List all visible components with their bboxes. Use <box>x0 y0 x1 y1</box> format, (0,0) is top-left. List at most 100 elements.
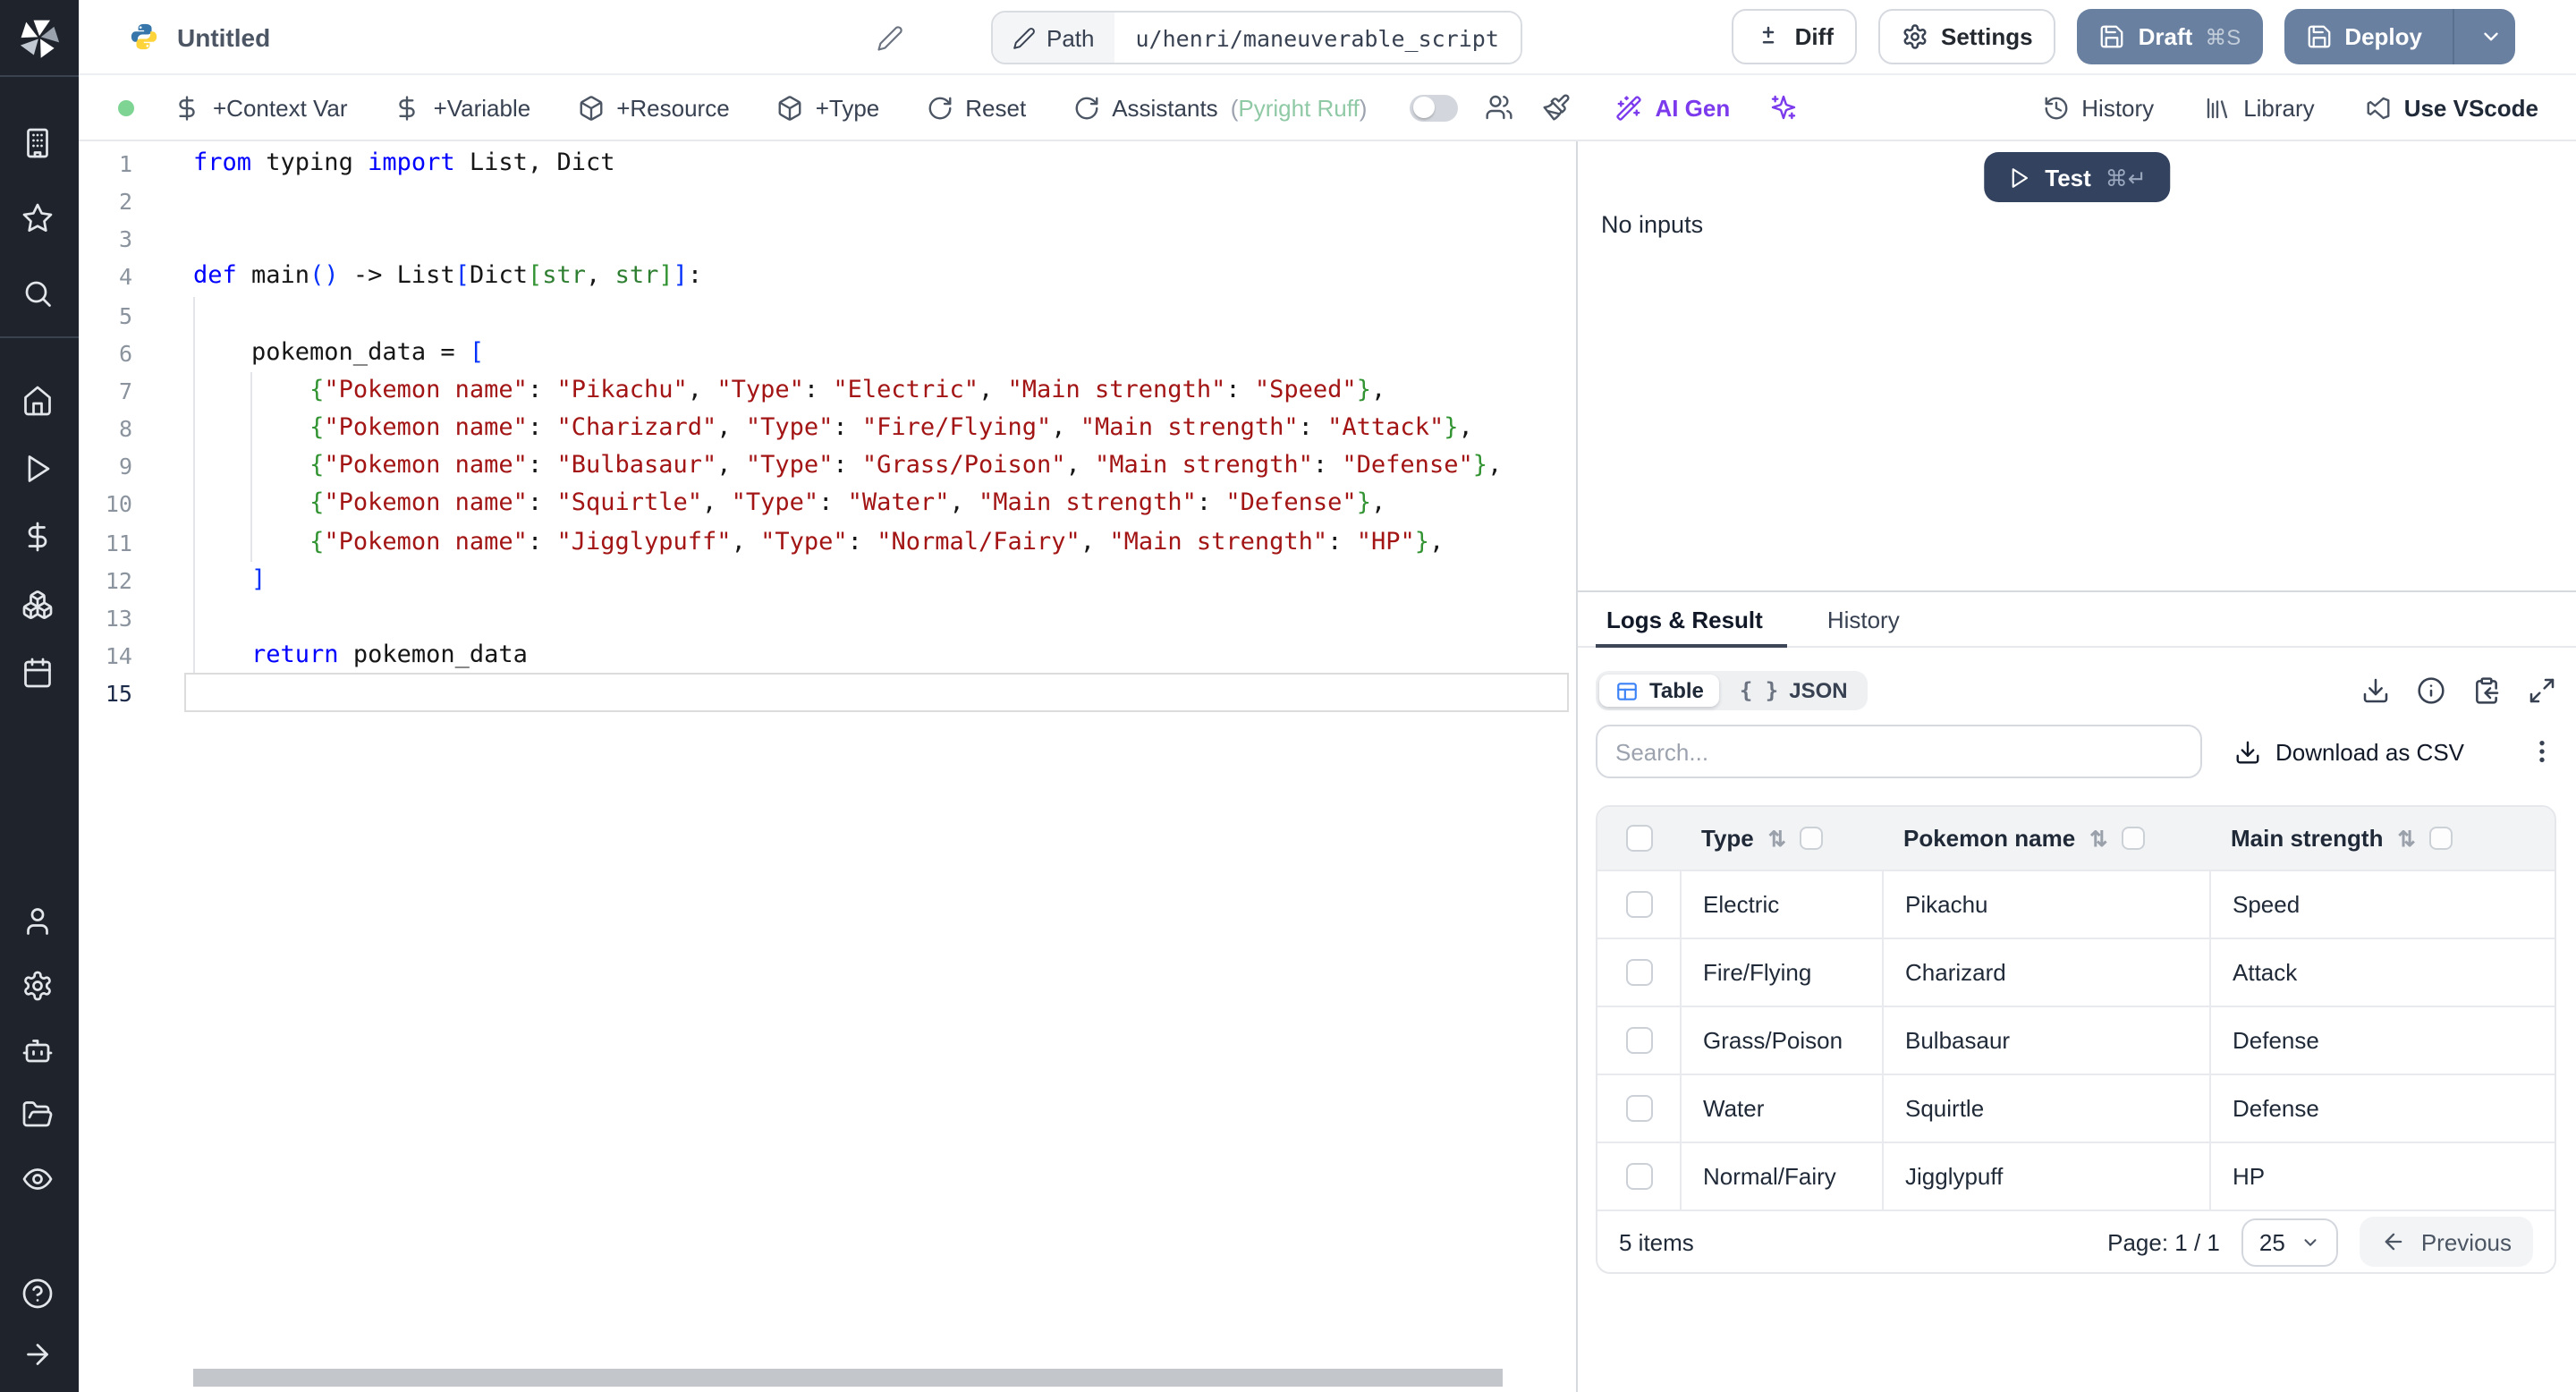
select-all-checkbox[interactable] <box>1625 825 1652 852</box>
sidebar <box>0 0 79 1392</box>
table-row[interactable]: Electric Pikachu Speed <box>1597 870 2555 938</box>
expand-result-button[interactable] <box>2528 676 2556 705</box>
code-line-8[interactable]: 8 {"Pokemon name": "Charizard", "Type": … <box>79 410 1576 447</box>
code-line-3[interactable]: 3 <box>79 221 1576 259</box>
add-variable-button[interactable]: +Variable <box>394 94 530 121</box>
building-icon[interactable] <box>21 127 57 163</box>
tab-history[interactable]: History <box>1827 592 1900 646</box>
kebab-icon <box>2528 737 2556 766</box>
line-number: 10 <box>105 490 132 518</box>
folder-open-icon[interactable] <box>21 1099 57 1134</box>
test-button[interactable]: Test ⌘↵ <box>1984 152 2170 202</box>
code-line-4[interactable]: 4 def main() -> List[Dict[str, str]]: <box>79 259 1576 296</box>
assistants-toggle[interactable] <box>1410 94 1459 121</box>
table-row[interactable]: Normal/Fairy Jigglypuff HP <box>1597 1142 2555 1210</box>
result-section: Logs & Result History Table { } JSON Sea… <box>1578 590 2576 1392</box>
copy-result-button[interactable] <box>2472 676 2501 705</box>
sidebar-divider <box>0 336 79 338</box>
draft-button[interactable]: Draft ⌘S <box>2077 9 2263 64</box>
table-row[interactable]: Fire/Flying Charizard Attack <box>1597 938 2555 1006</box>
table-cell: Defense <box>2209 1075 2555 1142</box>
horizontal-scrollbar[interactable] <box>193 1369 1503 1387</box>
library-button[interactable]: Library <box>2204 94 2315 121</box>
previous-page-button[interactable]: Previous <box>2360 1217 2533 1267</box>
code-line-1[interactable]: 1 from typing import List, Dict <box>79 145 1576 182</box>
code-editor[interactable]: 1 from typing import List, Dict 2 3 4 def mai… <box>79 141 1578 1392</box>
settings-button[interactable]: Settings <box>1878 9 2056 64</box>
reset-button[interactable]: Reset <box>926 94 1026 121</box>
row-checkbox[interactable] <box>1625 1163 1652 1190</box>
search-icon[interactable] <box>21 277 57 313</box>
code-line-12[interactable]: 12 ] <box>79 561 1576 598</box>
row-checkbox[interactable] <box>1625 959 1652 986</box>
windmill-logo-icon[interactable] <box>0 0 79 77</box>
sort-icon[interactable]: ⇅ <box>1768 826 1786 851</box>
code-line-5[interactable]: 5 <box>79 296 1576 334</box>
toolbar-right-items: History Library Use VScode <box>2042 94 2538 121</box>
arrow-right-icon[interactable] <box>21 1338 57 1374</box>
no-inputs-label: No inputs <box>1601 211 1704 238</box>
windmill-script-editor: Untitled Path u/henri/maneuverable_scrip… <box>0 0 2576 1392</box>
row-checkbox[interactable] <box>1625 1095 1652 1122</box>
sort-icon[interactable]: ⇅ <box>2089 826 2107 851</box>
download-result-button[interactable] <box>2361 676 2390 705</box>
column-toggle[interactable] <box>2429 827 2453 850</box>
sort-icon[interactable]: ⇅ <box>2397 826 2415 851</box>
table-row[interactable]: Water Squirtle Defense <box>1597 1074 2555 1142</box>
edit-title-button[interactable] <box>877 23 905 52</box>
star-icon[interactable] <box>21 202 57 238</box>
row-checkbox[interactable] <box>1625 891 1652 918</box>
multiplayer-users-button[interactable] <box>1485 92 1515 123</box>
code-line-13[interactable]: 13 <box>79 599 1576 637</box>
table-controls: Download as CSV <box>1596 725 2556 778</box>
code-line-14[interactable]: 14 return pokemon_data <box>79 637 1576 675</box>
view-toggle-table[interactable]: Table <box>1599 675 1720 707</box>
users-icon <box>1485 93 1515 122</box>
column-toggle[interactable] <box>2122 827 2146 850</box>
code-line-11[interactable]: 11 {"Pokemon name": "Jigglypuff", "Type"… <box>79 523 1576 561</box>
add-type-button[interactable]: +Type <box>776 94 879 121</box>
code-line-2[interactable]: 2 <box>79 182 1576 220</box>
ai-gen-button[interactable]: AI Gen <box>1615 94 1730 121</box>
page-size-select[interactable]: 25 <box>2241 1218 2339 1266</box>
code-line-7[interactable]: 7 {"Pokemon name": "Pikachu", "Type": "E… <box>79 372 1576 410</box>
add-resource-button[interactable]: +Resource <box>577 94 730 121</box>
code-line-9[interactable]: 9 {"Pokemon name": "Bulbasaur", "Type": … <box>79 447 1576 485</box>
diff-button[interactable]: Diff <box>1732 9 1857 64</box>
row-checkbox[interactable] <box>1625 1027 1652 1054</box>
eye-icon[interactable] <box>21 1163 57 1199</box>
line-number: 11 <box>105 529 132 556</box>
format-code-button[interactable] <box>1542 92 1572 123</box>
add-context-var-button[interactable]: +Context Var <box>174 94 348 121</box>
column-toggle[interactable] <box>1800 827 1824 850</box>
code-line-6[interactable]: 6 pokemon_data = [ <box>79 335 1576 372</box>
dollar-icon[interactable] <box>21 521 57 556</box>
boxes-icon[interactable] <box>21 589 57 624</box>
download-csv-button[interactable]: Download as CSV <box>2234 738 2464 765</box>
play-icon[interactable] <box>21 453 57 488</box>
home-icon[interactable] <box>21 385 57 420</box>
calendar-icon[interactable] <box>21 657 57 692</box>
code-line-10[interactable]: 10 {"Pokemon name": "Squirtle", "Type": … <box>79 486 1576 523</box>
user-icon[interactable] <box>21 905 57 941</box>
code-line-15[interactable]: 15 <box>79 675 1576 712</box>
deploy-button[interactable]: Deploy <box>2284 9 2515 64</box>
deploy-dropdown-button[interactable] <box>2467 25 2515 48</box>
tab-logs-result[interactable]: Logs & Result <box>1595 592 1789 648</box>
column-header: Main strength ⇅ <box>2209 825 2555 852</box>
result-info-button[interactable] <box>2417 676 2445 705</box>
topbar-actions: Diff Settings Draft ⌘S Deploy <box>1732 9 2515 64</box>
table-row[interactable]: Grass/Poison Bulbasaur Defense <box>1597 1006 2555 1074</box>
table-menu-button[interactable] <box>2528 737 2556 766</box>
use-vscode-button[interactable]: Use VScode <box>2365 94 2538 121</box>
history-button[interactable]: History <box>2042 94 2154 121</box>
ai-sparkles-button[interactable] <box>1769 92 1800 123</box>
gear-icon[interactable] <box>21 970 57 1006</box>
bot-icon[interactable] <box>21 1034 57 1070</box>
line-number: 5 <box>118 301 132 329</box>
path-field[interactable]: Path u/henri/maneuverable_script <box>991 11 1522 64</box>
view-toggle-json[interactable]: { } JSON <box>1724 675 1864 707</box>
help-icon[interactable] <box>21 1277 57 1313</box>
search-input[interactable] <box>1596 725 2202 778</box>
assistants-button[interactable]: Assistants (Pyright Ruff) <box>1072 94 1367 121</box>
